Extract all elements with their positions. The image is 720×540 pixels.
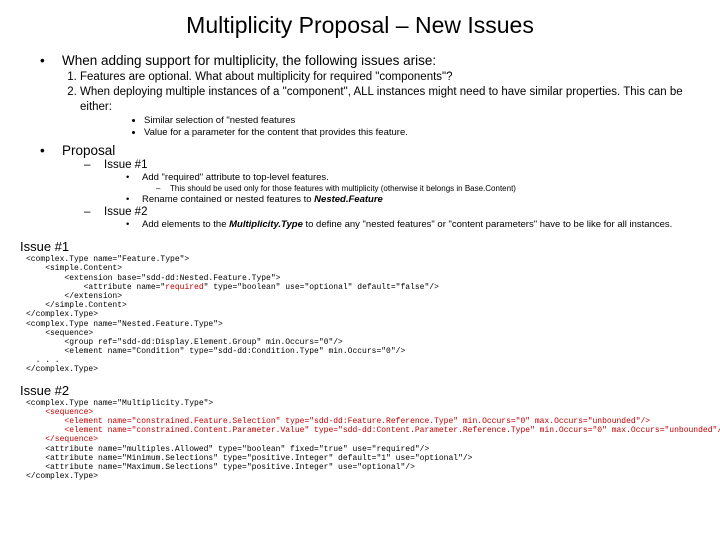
similar-2: Value for a parameter for the content th… — [144, 127, 702, 139]
num-item-1: Features are optional. What about multip… — [80, 70, 702, 84]
bullet-dot-icon: • — [40, 53, 62, 68]
dash-icon: – — [84, 159, 104, 171]
code-block-1: <complex.Type name="Feature.Type"> <simp… — [26, 255, 702, 374]
issue2-point-a-text: Add elements to the Multiplicity.Type to… — [142, 219, 672, 230]
bullet-dot-icon: • — [126, 172, 142, 183]
proposal-issue1: –Issue #1 — [84, 159, 702, 171]
proposal-bullet: • Proposal — [40, 143, 702, 158]
issue1-label: Issue #1 — [104, 159, 147, 171]
issue2-label: Issue #2 — [104, 206, 147, 218]
proposal-issue2: –Issue #2 — [84, 206, 702, 218]
code-block-2: <complex.Type name="Multiplicity.Type"> … — [26, 399, 702, 482]
nested-feature-term: Nested.Feature — [314, 194, 383, 205]
similar-list: Similar selection of "nested features Va… — [144, 115, 702, 139]
issue1-note-text: This should be used only for those featu… — [170, 184, 516, 193]
issue1-point-b-text: Rename contained or nested features to N… — [142, 194, 383, 205]
proposal-label: Proposal — [62, 143, 115, 158]
page-title: Multiplicity Proposal – New Issues — [18, 12, 702, 39]
similar-1: Similar selection of "nested features — [144, 115, 702, 127]
issue1-code-label: Issue #1 — [20, 239, 702, 254]
bullet-dot-icon: • — [126, 194, 142, 205]
numbered-list: Features are optional. What about multip… — [80, 70, 702, 114]
intro-text: When adding support for multiplicity, th… — [62, 53, 436, 68]
dash-icon: – — [84, 206, 104, 218]
dash-icon: – — [156, 184, 170, 193]
issue1-point-a-note: –This should be used only for those feat… — [156, 184, 702, 193]
issue2-code-label: Issue #2 — [20, 383, 702, 398]
issue1-point-a-text: Add "required" attribute to top-level fe… — [142, 172, 329, 183]
multiplicity-type-term: Multiplicity.Type — [229, 219, 303, 230]
bullet-dot-icon: • — [126, 219, 142, 231]
issue1-point-b: •Rename contained or nested features to … — [126, 194, 702, 205]
slide: Multiplicity Proposal – New Issues • Whe… — [0, 0, 720, 540]
intro-bullet: • When adding support for multiplicity, … — [40, 53, 702, 68]
num-item-2: When deploying multiple instances of a "… — [80, 85, 702, 114]
bullet-dot-icon: • — [40, 143, 62, 158]
issue1-point-a: •Add "required" attribute to top-level f… — [126, 172, 702, 183]
issue2-point-a: •Add elements to the Multiplicity.Type t… — [126, 219, 702, 231]
